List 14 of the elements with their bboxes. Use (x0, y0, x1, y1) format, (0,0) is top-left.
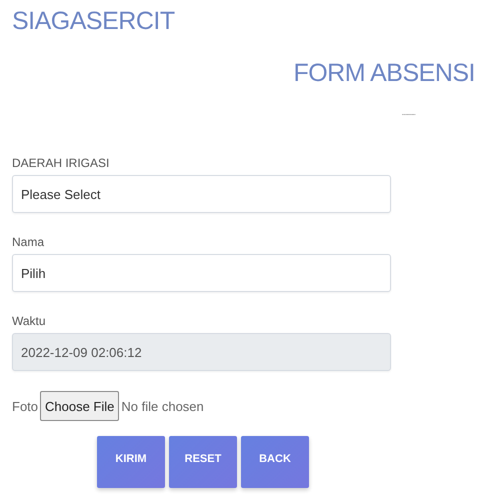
input-field[interactable]: Pilih (12, 254, 391, 292)
file-status: No file chosen (121, 398, 204, 414)
dotted-text: ........... (402, 108, 415, 118)
input-field[interactable]: Please Select (12, 175, 391, 213)
field-label: Nama (12, 235, 44, 249)
field-label: Waktu (12, 314, 46, 328)
action-button[interactable]: RESET (169, 436, 237, 488)
choose-file-button[interactable]: Choose File (40, 391, 120, 421)
form-title: FORM ABSENSI (293, 58, 475, 88)
field-label: DAERAH IRIGASI (12, 156, 110, 170)
action-button[interactable]: BACK (241, 436, 309, 488)
field-label: Foto (12, 398, 38, 414)
brand-title: SIAGASERCIT (12, 6, 176, 36)
action-button[interactable]: KIRIM (97, 436, 165, 488)
